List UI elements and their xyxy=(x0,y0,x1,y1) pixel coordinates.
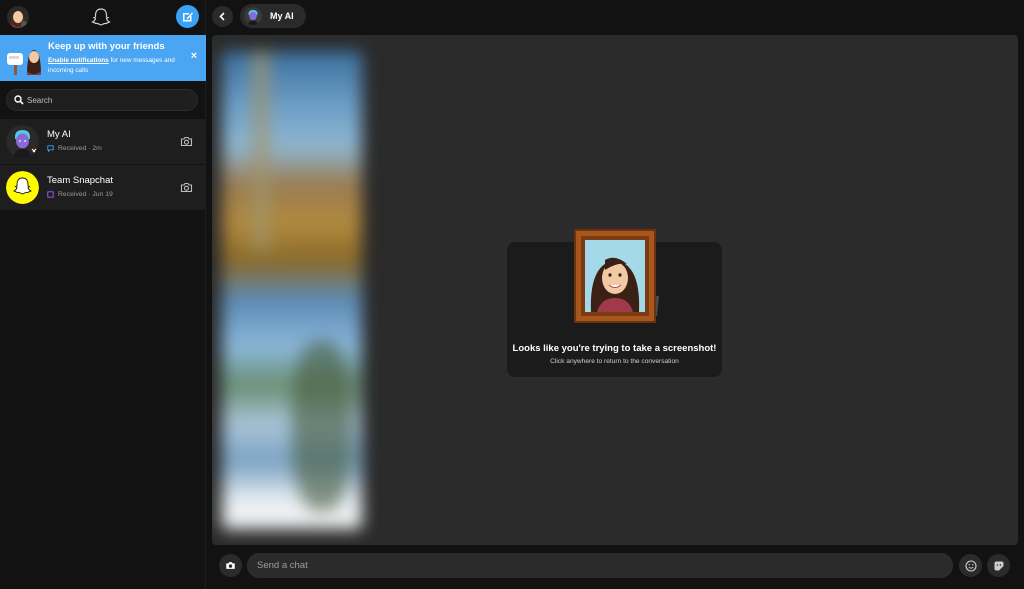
chat-name: My AI xyxy=(47,129,71,140)
back-button[interactable] xyxy=(212,6,233,27)
search-bar[interactable] xyxy=(6,89,198,111)
banner-body: Enable notifications for new messages an… xyxy=(48,56,180,75)
my-ai-avatar xyxy=(244,7,262,25)
banner-close-button[interactable]: × xyxy=(188,50,200,62)
composer-camera-button[interactable] xyxy=(219,554,242,577)
chevron-left-icon xyxy=(219,12,225,21)
new-chat-button[interactable] xyxy=(176,5,199,28)
team-snapchat-avatar xyxy=(6,171,39,204)
received-chat-icon xyxy=(47,145,54,152)
chat-status: Received · 2m xyxy=(47,145,102,152)
sidebar: Keep up with your friends Enable notific… xyxy=(0,0,206,589)
chat-status-text: Received · 2m xyxy=(58,145,102,152)
overlay-title: Looks like you're trying to take a scree… xyxy=(512,343,717,354)
chat-input[interactable] xyxy=(257,558,937,573)
sticker-button[interactable] xyxy=(987,554,1010,577)
camera-icon[interactable] xyxy=(180,135,193,148)
camera-icon[interactable] xyxy=(180,181,193,194)
chat-status-text: Received · Jun 19 xyxy=(58,191,113,198)
overlay-subtitle: Click anywhere to return to the conversa… xyxy=(550,358,679,365)
chat-list-item-my-ai[interactable]: My AI Received · 2m xyxy=(0,119,206,164)
mailbox-illustration-icon xyxy=(5,41,43,75)
message-area[interactable]: Looks like you're trying to take a scree… xyxy=(212,35,1018,545)
search-icon xyxy=(14,95,24,105)
smiley-icon xyxy=(964,559,977,572)
contact-name: My AI xyxy=(270,11,294,21)
profile-avatar[interactable] xyxy=(7,6,29,28)
emoji-button[interactable] xyxy=(959,554,982,577)
chat-composer xyxy=(207,549,1024,589)
picture-frame-icon xyxy=(574,229,659,323)
chat-list-item-team-snapchat[interactable]: Team Snapchat Received · Jun 19 xyxy=(0,165,206,210)
enable-notifications-link[interactable]: Enable notifications xyxy=(48,57,109,64)
contact-header[interactable]: My AI xyxy=(240,4,306,28)
camera-icon xyxy=(226,562,235,569)
bitmoji-avatar-icon xyxy=(7,6,29,28)
chat-name: Team Snapchat xyxy=(47,175,114,186)
screenshot-warning-card[interactable]: Looks like you're trying to take a scree… xyxy=(507,229,722,377)
blurred-snap-image xyxy=(222,51,362,529)
banner-title: Keep up with your friends xyxy=(48,41,165,52)
notification-banner: Keep up with your friends Enable notific… xyxy=(0,35,206,81)
chat-input-field[interactable] xyxy=(247,553,953,578)
chat-status: Received · Jun 19 xyxy=(47,191,113,198)
received-snap-icon xyxy=(47,191,54,198)
stories-ghost-icon[interactable] xyxy=(91,7,111,27)
search-input[interactable] xyxy=(27,93,187,107)
my-ai-avatar xyxy=(6,125,39,158)
sticker-icon xyxy=(994,561,1003,570)
conversation-panel: My AI Looks like you're trying to take a… xyxy=(207,0,1024,589)
new-chat-icon xyxy=(183,12,193,22)
sidebar-header xyxy=(0,0,206,34)
